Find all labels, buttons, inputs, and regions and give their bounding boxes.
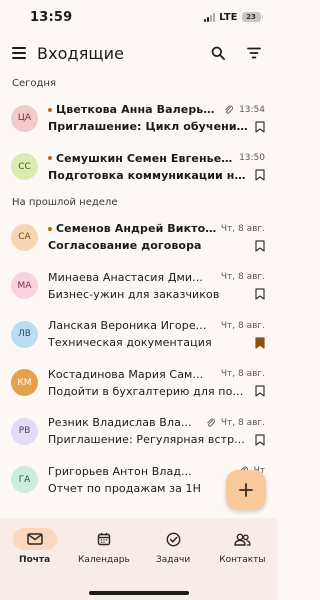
mail-date: 13:54: [239, 104, 265, 115]
avatar: ЛВ: [11, 320, 38, 348]
nav-label: Почта: [19, 555, 51, 565]
bookmark-filled-icon[interactable]: [255, 337, 265, 349]
battery-icon: 23: [241, 12, 263, 22]
mail-date: Чт, 8 авг.: [220, 223, 265, 234]
mail-list-item[interactable]: СС Семушкин Семен Евгеньев... 13:50 Подгото…: [0, 143, 277, 192]
tasks-icon: [151, 528, 195, 550]
avatar: СА: [11, 223, 38, 251]
search-icon: [211, 46, 225, 60]
search-button[interactable]: [205, 40, 231, 66]
unread-indicator: [48, 107, 52, 112]
avatar: ЦА: [11, 104, 38, 132]
status-indicators: LTE 23: [204, 12, 263, 23]
bookmark-icon[interactable]: [255, 434, 265, 446]
bottom-navigation: Почта Календарь Задачи Контакты: [0, 518, 277, 600]
avatar: МА: [11, 272, 38, 300]
menu-icon[interactable]: [12, 47, 26, 59]
mail-subject: Техническая документация: [48, 336, 212, 350]
bookmark-icon[interactable]: [255, 288, 265, 300]
mail-list: Сегодня ЦА Цветкова Анна Валерьев... 13:54 П…: [0, 72, 277, 504]
network-label: LTE: [219, 11, 238, 23]
nav-item-tasks[interactable]: Задачи: [139, 524, 208, 574]
bookmark-icon[interactable]: [255, 240, 265, 252]
sender-name: Минаева Анастасия Дми...: [48, 270, 203, 284]
plus-icon: [239, 483, 253, 497]
mail-subject: Согласование договора: [48, 239, 202, 253]
bookmark-icon[interactable]: [255, 169, 265, 181]
mail-icon: [12, 528, 57, 550]
nav-label: Календарь: [77, 555, 130, 565]
mail-list-item[interactable]: ЛВ Ланская Вероника Игоре... Чт, 8 авг. Тех…: [0, 310, 277, 359]
mail-list-item[interactable]: ЦА Цветкова Анна Валерьев... 13:54 Приглаше…: [0, 94, 277, 143]
sender-name: Резник Владислав Вла...: [48, 416, 192, 430]
mail-subject: Приглашение: Цикл обучения. Т...: [48, 120, 249, 134]
sender-name: Григорьев Антон Влад...: [48, 464, 192, 478]
sender-name: Семушкин Семен Евгеньев...: [56, 151, 238, 165]
mail-subject: Подготовка коммуникации на ко...: [48, 168, 249, 182]
page-title: Входящие: [37, 43, 125, 63]
nav-item-calendar[interactable]: Календарь: [69, 524, 138, 574]
sender-name: Костадинова Мария Сам...: [48, 367, 204, 381]
mail-date: Чт, 8 авг.: [220, 369, 265, 380]
mail-subject: Отчет по продажам за 1Н: [48, 481, 202, 495]
nav-item-contacts[interactable]: Контакты: [208, 524, 277, 574]
compose-button[interactable]: [226, 470, 266, 510]
mail-list-item[interactable]: РВ Резник Владислав Вла... Чт, 8 авг. Пригл…: [0, 407, 277, 456]
section-header: На прошлой неделе: [12, 196, 118, 208]
unread-indicator: [48, 156, 52, 161]
attachment-icon: [225, 105, 234, 114]
calendar-icon: [82, 528, 126, 550]
filter-button[interactable]: [241, 40, 267, 66]
mail-list-item[interactable]: МА Минаева Анастасия Дми... Чт, 8 авг. Бизн…: [0, 262, 277, 311]
mail-date: Чт, 8 авг.: [220, 417, 265, 428]
mail-list-item[interactable]: СА Семенов Андрей Виктор... Чт, 8 авг. Согл…: [0, 213, 277, 262]
status-time: 13:59: [30, 9, 73, 25]
sender-name: Цветкова Анна Валерьев...: [56, 103, 221, 117]
app-bar: Входящие: [0, 34, 277, 72]
avatar: КМ: [11, 369, 38, 397]
home-indicator[interactable]: [89, 591, 189, 595]
mail-date: Чт, 8 авг.: [220, 272, 265, 283]
mail-list-item[interactable]: КМ Костадинова Мария Сам... Чт, 8 авг. Подо…: [0, 359, 277, 408]
contacts-icon: [220, 528, 264, 550]
mail-subject: Бизнес-ужин для заказчиков: [48, 287, 220, 301]
avatar: РВ: [11, 417, 38, 445]
avatar: СС: [11, 153, 38, 181]
nav-item-mail[interactable]: Почта: [0, 524, 69, 574]
signal-icon: [204, 12, 216, 22]
filter-icon: [247, 47, 261, 59]
attachment-icon: [207, 418, 215, 427]
unread-indicator: [48, 226, 52, 231]
bookmark-icon[interactable]: [255, 385, 265, 397]
sender-name: Ланская Вероника Игоре...: [48, 319, 207, 333]
mail-date: 13:50: [239, 153, 265, 164]
nav-label: Контакты: [219, 555, 266, 565]
mail-date: Чт, 8 авг.: [220, 320, 265, 331]
nav-label: Задачи: [156, 555, 191, 565]
section-header: Сегодня: [12, 77, 56, 89]
avatar: ГА: [11, 466, 38, 494]
bookmark-icon[interactable]: [255, 121, 265, 133]
mail-subject: Приглашение: Регулярная встр...: [48, 433, 245, 447]
sender-name: Семенов Андрей Виктор...: [56, 222, 219, 236]
status-bar: 13:59 LTE 23: [0, 0, 277, 34]
battery-level: 23: [241, 12, 261, 22]
mail-subject: Подойти в бухгалтерию для под...: [48, 384, 249, 398]
